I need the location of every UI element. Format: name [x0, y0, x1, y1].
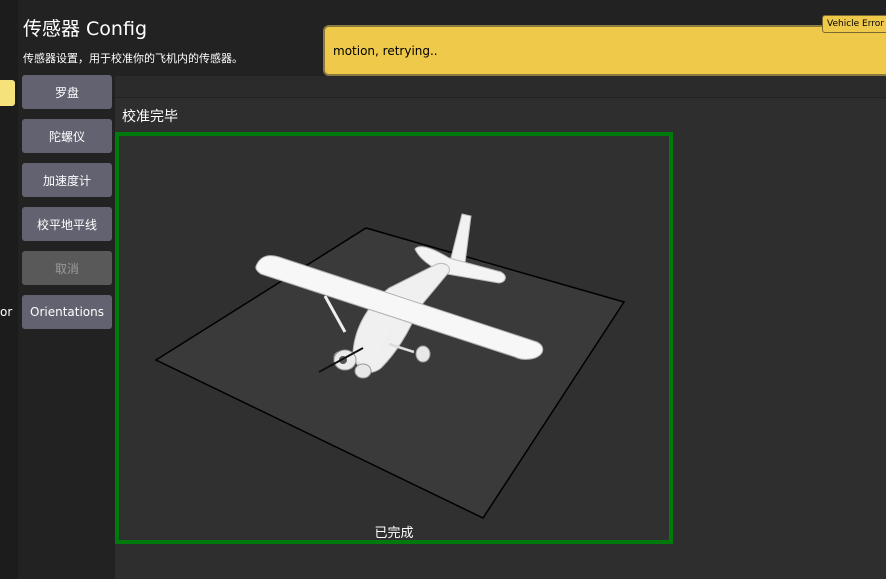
left-nav-active-indicator[interactable]	[0, 80, 15, 106]
accelerometer-button[interactable]: 加速度计	[22, 163, 112, 197]
level-horizon-button[interactable]: 校平地平线	[22, 207, 112, 241]
ground-plane	[154, 227, 626, 519]
vehicle-error-banner[interactable]: motion, retrying..	[323, 25, 886, 76]
calibration-view: 已完成	[115, 132, 673, 544]
vehicle-error-message: motion, retrying..	[333, 44, 438, 58]
orientations-button[interactable]: Orientations	[22, 295, 112, 329]
page-title: 传感器 Config	[23, 18, 148, 40]
gyroscope-button[interactable]: 陀螺仪	[22, 119, 112, 153]
vehicle-orientation-illustration	[154, 213, 626, 519]
page-description: 传感器设置，用于校准你的飞机内的传感器。	[23, 52, 243, 65]
vehicle-error-tag[interactable]: Vehicle Error	[822, 15, 886, 33]
sensor-button-column: 罗盘 陀螺仪 加速度计 校平地平线 取消 Orientations	[22, 75, 112, 339]
left-nav-clipped-label[interactable]: or	[0, 305, 12, 319]
cancel-button: 取消	[22, 251, 112, 285]
calibration-status-title: 校准完毕	[122, 109, 178, 125]
calibration-done-label: 已完成	[374, 526, 414, 541]
compass-button[interactable]: 罗盘	[22, 75, 112, 109]
top-band	[115, 76, 886, 97]
